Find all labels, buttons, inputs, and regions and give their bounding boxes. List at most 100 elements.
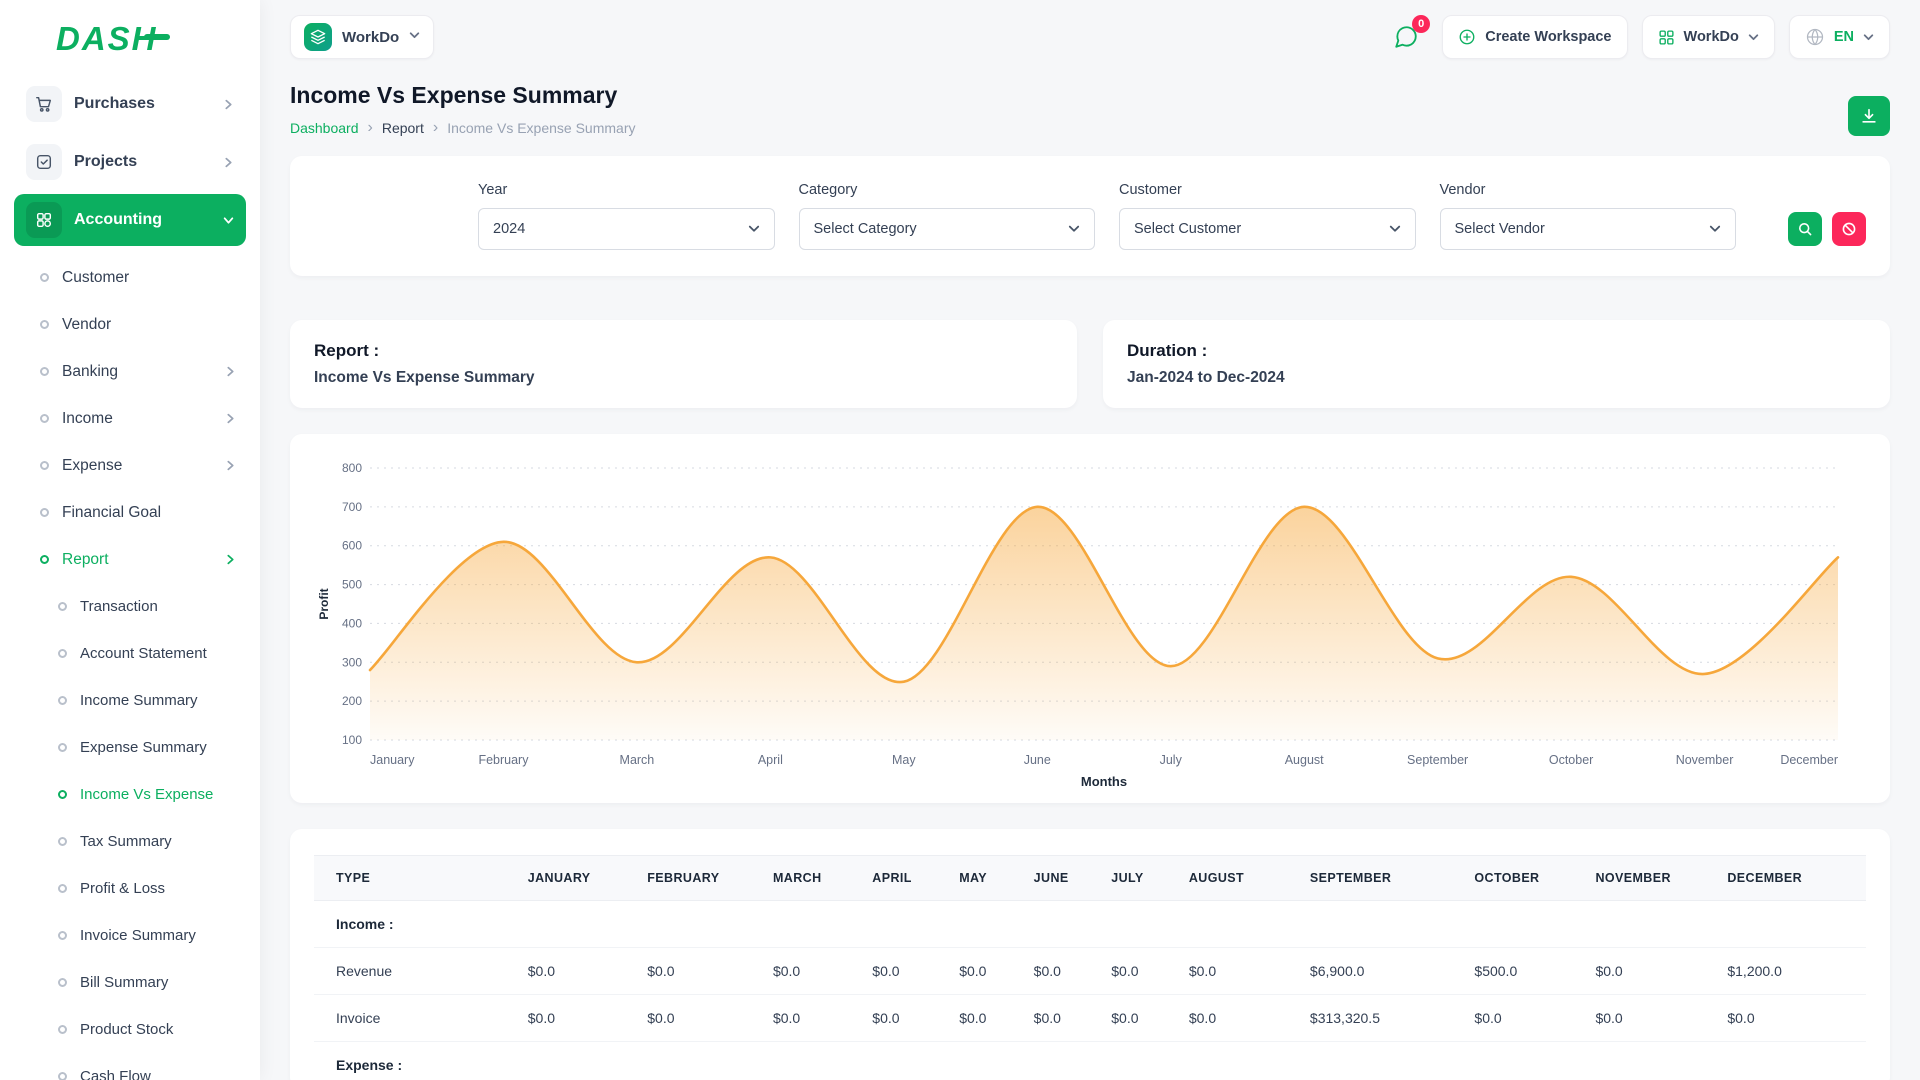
- cell-value: $0.0: [1099, 995, 1177, 1042]
- chevron-down-icon: [1863, 32, 1874, 43]
- sidebar: DASH Purchases Projects Accounting Customer…: [0, 0, 260, 1080]
- topbar: WorkDo 0 Create Workspace WorkDo: [260, 0, 1920, 74]
- bullet-icon: [40, 367, 49, 376]
- sidebar-subitem-income[interactable]: Income: [30, 395, 246, 442]
- bullet-icon: [40, 273, 49, 282]
- sidebar-subitem-vendor[interactable]: Vendor: [30, 301, 246, 348]
- duration-label: Duration :: [1127, 341, 1866, 361]
- sidebar-subitem-account-statement[interactable]: Account Statement: [48, 630, 246, 677]
- customer-filter-group: Customer Select Customer: [1119, 182, 1416, 250]
- summary-row: Report : Income Vs Expense Summary Durat…: [290, 320, 1890, 408]
- sidebar-subitem-banking[interactable]: Banking: [30, 348, 246, 395]
- vendor-filter-label: Vendor: [1440, 182, 1737, 198]
- sidebar-subitem-invoice-summary[interactable]: Invoice Summary: [48, 912, 246, 959]
- topbar-actions: 0 Create Workspace WorkDo: [1384, 15, 1890, 59]
- cell-value: $0.0: [1099, 948, 1177, 995]
- duration-summary-card: Duration : Jan-2024 to Dec-2024: [1103, 320, 1890, 408]
- table-row: Revenue$0.0$0.0$0.0$0.0$0.0$0.0$0.0$0.0$…: [314, 948, 1866, 995]
- chevron-down-icon: [1068, 223, 1080, 235]
- bullet-icon: [58, 1025, 67, 1034]
- sidebar-subitem-label: Income Vs Expense: [80, 786, 213, 803]
- sidebar-item-accounting[interactable]: Accounting: [14, 194, 246, 246]
- bullet-icon: [58, 1072, 67, 1080]
- bullet-icon: [58, 696, 67, 705]
- report-submenu: TransactionAccount Statement Income Summa…: [30, 583, 246, 1080]
- sidebar-subitem-label: Income Summary: [80, 692, 198, 709]
- chevron-down-icon: [223, 215, 234, 226]
- chevron-down-icon: [1748, 32, 1759, 43]
- sidebar-subitem-label: Report: [62, 551, 109, 569]
- column-header-march: MARCH: [761, 856, 860, 901]
- create-workspace-button[interactable]: Create Workspace: [1442, 15, 1627, 59]
- language-selector[interactable]: EN: [1789, 15, 1890, 59]
- cell-value: $0.0: [761, 995, 860, 1042]
- cell-value: $0.0: [516, 995, 636, 1042]
- chevron-right-icon: [225, 413, 236, 424]
- workdo-menu-button[interactable]: WorkDo: [1642, 15, 1775, 59]
- sidebar-item-projects[interactable]: Projects: [14, 136, 246, 188]
- sidebar-subitem-report[interactable]: Report: [30, 536, 246, 583]
- customer-select[interactable]: Select Customer: [1119, 208, 1416, 250]
- bullet-icon: [40, 320, 49, 329]
- breadcrumb-dashboard[interactable]: Dashboard: [290, 120, 359, 136]
- sidebar-subitem-transaction[interactable]: Transaction: [48, 583, 246, 630]
- cell-value: $1,200.0: [1715, 948, 1866, 995]
- column-header-may: MAY: [947, 856, 1021, 901]
- cell-value: $313,320.5: [1298, 995, 1463, 1042]
- sidebar-subitem-profit-loss[interactable]: Profit & Loss: [48, 865, 246, 912]
- reset-icon: [1841, 221, 1857, 237]
- breadcrumb-report[interactable]: Report: [382, 120, 424, 136]
- app-logo[interactable]: DASH: [14, 0, 246, 78]
- cell-value: $0.0: [635, 948, 761, 995]
- sidebar-subitem-customer[interactable]: Customer: [30, 254, 246, 301]
- chart-card: 100200300400500600700800JanuaryFebruaryM…: [290, 434, 1890, 803]
- chevron-down-icon: [1709, 223, 1721, 235]
- apply-filter-button[interactable]: [1788, 212, 1822, 246]
- bullet-icon: [40, 414, 49, 423]
- income-expense-table-card: TYPEJANUARYFEBRUARYMARCHAPRILMAYJUNEJULY…: [290, 829, 1890, 1080]
- cell-value: $0.0: [1177, 948, 1298, 995]
- sidebar-subitem-label: Invoice Summary: [80, 927, 196, 944]
- sidebar-subitem-expense-summary[interactable]: Expense Summary: [48, 724, 246, 771]
- sidebar-subitem-financial-goal[interactable]: Financial Goal: [30, 489, 246, 536]
- sidebar-subitem-tax-summary[interactable]: Tax Summary: [48, 818, 246, 865]
- x-tick-label: October: [1549, 753, 1593, 767]
- reset-filter-button[interactable]: [1832, 212, 1866, 246]
- sidebar-subitem-expense[interactable]: Expense: [30, 442, 246, 489]
- language-code: EN: [1834, 29, 1854, 45]
- y-tick-label: 500: [342, 578, 362, 592]
- workdo-menu-label: WorkDo: [1684, 29, 1739, 45]
- download-report-button[interactable]: [1848, 96, 1890, 136]
- vendor-select[interactable]: Select Vendor: [1440, 208, 1737, 250]
- sidebar-subitem-cash-flow[interactable]: Cash Flow: [48, 1053, 246, 1080]
- sidebar-item-purchases[interactable]: Purchases: [14, 78, 246, 130]
- sidebar-subitem-label: Expense Summary: [80, 739, 207, 756]
- column-header-june: JUNE: [1022, 856, 1100, 901]
- bullet-icon: [40, 461, 49, 470]
- workspace-selector[interactable]: WorkDo: [290, 15, 434, 59]
- sidebar-subitem-income-summary[interactable]: Income Summary: [48, 677, 246, 724]
- messages-button[interactable]: 0: [1384, 15, 1428, 59]
- x-tick-label: January: [370, 753, 415, 767]
- page-header: Income Vs Expense Summary Dashboard › Re…: [290, 82, 1890, 136]
- x-tick-label: June: [1024, 753, 1051, 767]
- column-header-november: NOVEMBER: [1583, 856, 1715, 901]
- bullet-icon: [58, 931, 67, 940]
- chevron-right-icon: ›: [368, 120, 373, 136]
- cell-value: $0.0: [1022, 948, 1100, 995]
- sidebar-subitem-income-vs-expense[interactable]: Income Vs Expense: [48, 771, 246, 818]
- cell-value: $0.0: [1462, 995, 1583, 1042]
- x-tick-label: March: [620, 753, 655, 767]
- chevron-right-icon: [225, 554, 236, 565]
- category-select[interactable]: Select Category: [799, 208, 1096, 250]
- sidebar-subitem-label: Profit & Loss: [80, 880, 165, 897]
- sidebar-subitem-bill-summary[interactable]: Bill Summary: [48, 959, 246, 1006]
- year-select[interactable]: 2024: [478, 208, 775, 250]
- download-icon: [1860, 107, 1878, 125]
- sidebar-item-label: Projects: [74, 153, 137, 171]
- table-row: Invoice$0.0$0.0$0.0$0.0$0.0$0.0$0.0$0.0$…: [314, 995, 1866, 1042]
- create-workspace-label: Create Workspace: [1485, 29, 1611, 45]
- sidebar-subitem-product-stock[interactable]: Product Stock: [48, 1006, 246, 1053]
- cell-value: $0.0: [635, 995, 761, 1042]
- vendor-filter-group: Vendor Select Vendor: [1440, 182, 1737, 250]
